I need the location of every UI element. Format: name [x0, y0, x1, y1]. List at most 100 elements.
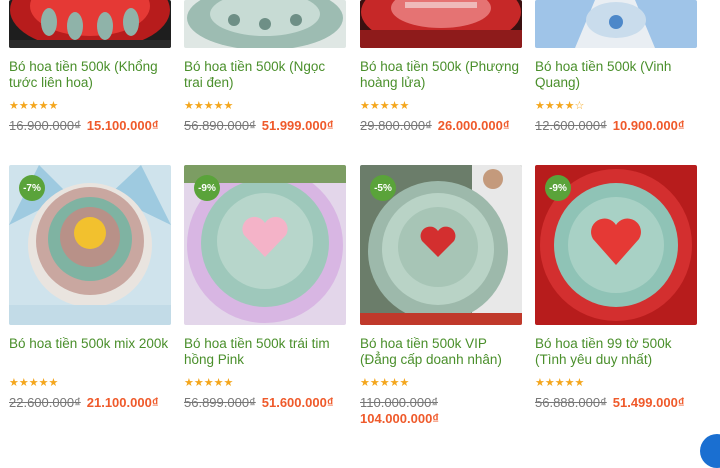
- star-icon: ★: [535, 377, 545, 389]
- discount-badge: -9%: [545, 175, 571, 201]
- price-block: 16.900.000₫ 15.100.000₫: [9, 118, 171, 134]
- star-icon: ★: [38, 100, 49, 112]
- star-icon: ★: [9, 377, 19, 389]
- discount-badge: -5%: [370, 175, 396, 201]
- product-card[interactable]: Bó hoa tiền 500k (Ngọc trai đen) ★★★★★ 5…: [184, 0, 346, 134]
- star-icon: ★: [203, 377, 214, 389]
- product-title[interactable]: Bó hoa tiền 500k (Khổng tước liên hoa): [9, 59, 171, 93]
- old-price: 56.899.000₫: [184, 395, 256, 410]
- old-price: 56.888.000₫: [535, 395, 607, 410]
- star-icon: ★: [193, 377, 204, 389]
- star-icon: ★: [389, 377, 400, 389]
- star-icon: ★: [360, 377, 370, 389]
- star-icon: ★: [360, 100, 370, 112]
- old-price: 12.600.000₫: [535, 118, 607, 133]
- product-title[interactable]: Bó hoa tiền 500k (Phượng hoàng lửa): [360, 59, 522, 93]
- star-icon: ★: [184, 100, 194, 112]
- rating-stars: ★★★★★: [184, 377, 346, 390]
- sale-price: 21.100.000₫: [86, 395, 159, 410]
- star-icon: ★: [18, 100, 29, 112]
- rating-stars: ★★★★★: [360, 377, 522, 390]
- product-title[interactable]: Bó hoa tiền 500k trái tim hồng Pink: [184, 336, 346, 370]
- rating-stars: ★★★★★: [360, 100, 522, 113]
- old-price: 16.900.000₫: [9, 118, 81, 133]
- old-price: 56.890.000₫: [184, 118, 256, 133]
- price-block: 56.888.000₫ 51.499.000₫: [535, 395, 697, 411]
- star-icon: ★: [564, 100, 575, 112]
- product-image[interactable]: -7%: [9, 165, 171, 325]
- product-card[interactable]: Bó hoa tiền 500k (Khổng tước liên hoa) ★…: [9, 0, 171, 134]
- star-icon: ★: [369, 100, 380, 112]
- product-title[interactable]: Bó hoa tiền 500k VIP (Đẳng cấp doanh nhâ…: [360, 336, 522, 370]
- rating-stars: ★★★★★: [9, 100, 171, 113]
- product-image[interactable]: [360, 0, 522, 48]
- star-icon: ★: [399, 100, 410, 112]
- star-icon: ★: [554, 377, 565, 389]
- star-icon: ★: [379, 100, 390, 112]
- product-title[interactable]: Bó hoa tiền 99 tờ 500k (Tình yêu duy nhấ…: [535, 336, 697, 370]
- star-icon: ★: [48, 100, 59, 112]
- star-icon: ★: [203, 100, 214, 112]
- star-icon: ★: [554, 100, 565, 112]
- product-image[interactable]: -9%: [184, 165, 346, 325]
- product-title[interactable]: Bó hoa tiền 500k (Vinh Quang): [535, 59, 697, 93]
- rating-stars: ★★★★★: [535, 377, 697, 390]
- product-card[interactable]: Bó hoa tiền 500k (Vinh Quang) ★★★★☆ 12.6…: [535, 0, 697, 134]
- star-icon: ★: [535, 100, 545, 112]
- sale-price: 51.999.000₫: [261, 118, 334, 133]
- star-icon: ★: [544, 377, 555, 389]
- star-icon: ★: [544, 100, 555, 112]
- product-card[interactable]: -5% Bó hoa tiền 500k VIP (Đẳng cấp doanh…: [360, 165, 522, 427]
- star-icon: ★: [28, 100, 39, 112]
- star-icon: ★: [9, 100, 19, 112]
- rating-stars: ★★★★☆: [535, 100, 697, 113]
- sale-price: 26.000.000₫: [437, 118, 510, 133]
- star-icon: ★: [193, 100, 204, 112]
- star-icon: ★: [18, 377, 29, 389]
- discount-badge: -9%: [194, 175, 220, 201]
- product-image[interactable]: [184, 0, 346, 48]
- product-card[interactable]: -9% Bó hoa tiền 500k trái tim hồng Pink …: [184, 165, 346, 411]
- product-title[interactable]: Bó hoa tiền 500k mix 200k: [9, 336, 171, 370]
- sale-price: 15.100.000₫: [86, 118, 159, 133]
- price-block: 56.899.000₫ 51.600.000₫: [184, 395, 346, 411]
- sale-price: 51.600.000₫: [261, 395, 334, 410]
- price-block: 12.600.000₫ 10.900.000₫: [535, 118, 697, 134]
- discount-badge: -7%: [19, 175, 45, 201]
- star-icon: ★: [564, 377, 575, 389]
- star-icon: ★: [223, 377, 234, 389]
- price-block: 56.890.000₫ 51.999.000₫: [184, 118, 346, 134]
- star-icon: ★: [213, 377, 224, 389]
- star-icon: ★: [223, 100, 234, 112]
- price-block: 110.000.000₫ 104.000.000₫: [360, 395, 522, 427]
- star-icon: ★: [48, 377, 59, 389]
- star-icon: ★: [399, 377, 410, 389]
- star-icon: ★: [213, 100, 224, 112]
- rating-stars: ★★★★★: [9, 377, 171, 390]
- star-icon: ★: [379, 377, 390, 389]
- sale-price: 104.000.000₫: [360, 411, 439, 426]
- sale-price: 51.499.000₫: [612, 395, 685, 410]
- star-icon: ★: [184, 377, 194, 389]
- product-title[interactable]: Bó hoa tiền 500k (Ngọc trai đen): [184, 59, 346, 93]
- star-icon: ★: [28, 377, 39, 389]
- star-icon: ★: [574, 377, 585, 389]
- product-image[interactable]: [9, 0, 171, 48]
- star-icon: ★: [369, 377, 380, 389]
- old-price: 29.800.000₫: [360, 118, 432, 133]
- star-icon: ☆: [574, 100, 585, 112]
- star-icon: ★: [38, 377, 49, 389]
- product-image[interactable]: -5%: [360, 165, 522, 325]
- product-image[interactable]: [535, 0, 697, 48]
- star-icon: ★: [389, 100, 400, 112]
- sale-price: 10.900.000₫: [612, 118, 685, 133]
- rating-stars: ★★★★★: [184, 100, 346, 113]
- old-price: 22.600.000₫: [9, 395, 81, 410]
- product-card[interactable]: -7% Bó hoa tiền 500k mix 200k ★★★★★ 22.6…: [9, 165, 171, 411]
- product-card[interactable]: -9% Bó hoa tiền 99 tờ 500k (Tình yêu duy…: [535, 165, 697, 411]
- price-block: 22.600.000₫ 21.100.000₫: [9, 395, 171, 411]
- price-block: 29.800.000₫ 26.000.000₫: [360, 118, 522, 134]
- product-image[interactable]: -9%: [535, 165, 697, 325]
- product-card[interactable]: Bó hoa tiền 500k (Phượng hoàng lửa) ★★★★…: [360, 0, 522, 134]
- chat-widget-button[interactable]: [700, 434, 720, 468]
